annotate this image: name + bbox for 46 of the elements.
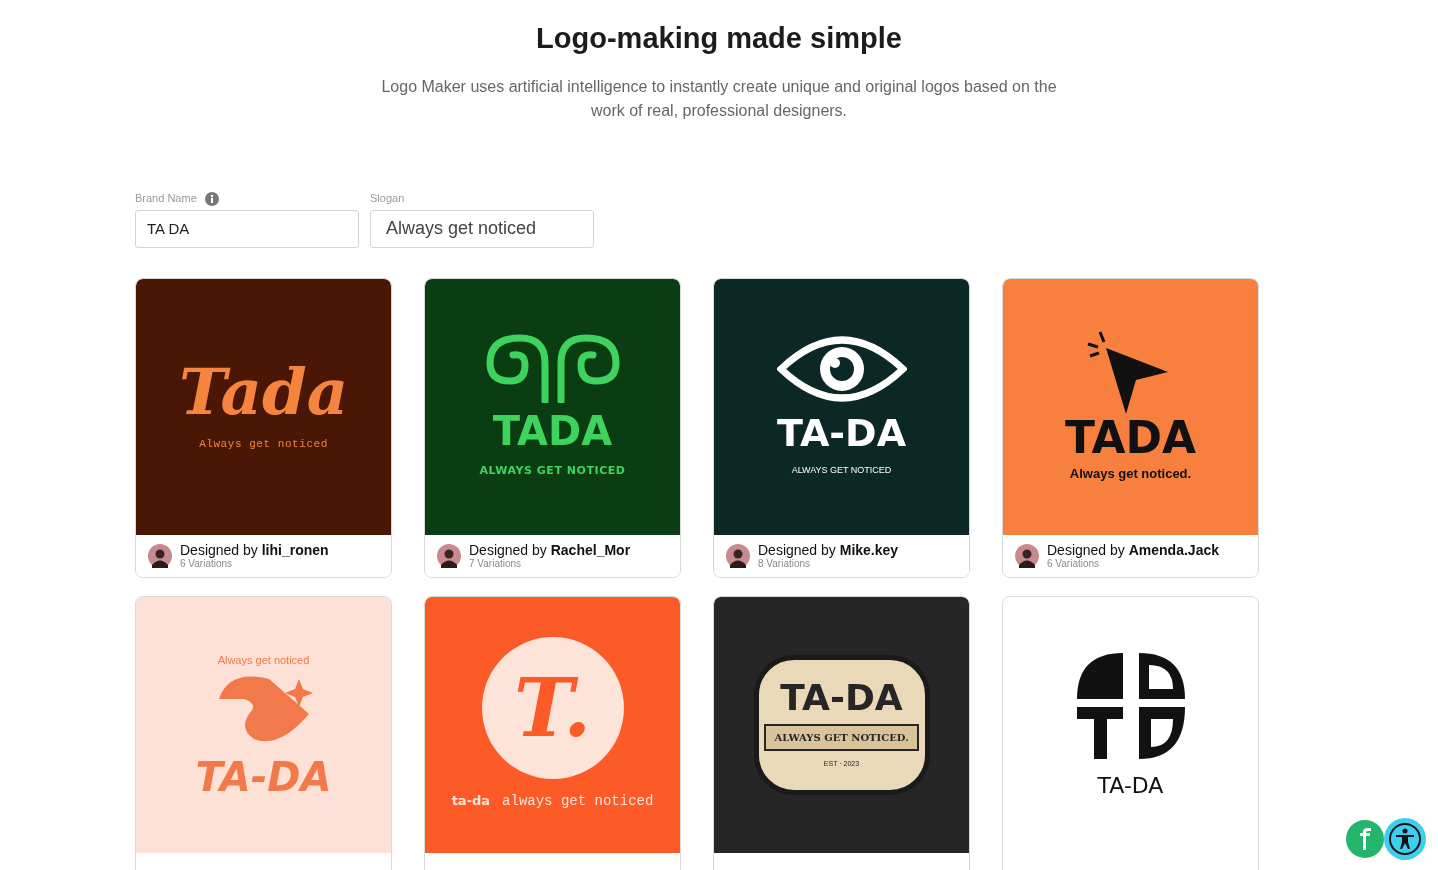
logo-slogan: Always get noticed. <box>1069 464 1192 483</box>
page-subtitle: Logo Maker uses artificial intelligence to instantly create unique and original logos based on the work of real, professional designers. <box>380 76 1058 121</box>
logo-slogan: ALWAYS GET NOTICED <box>479 463 626 480</box>
eye-icon <box>776 335 907 402</box>
text-field[interactable]: Always get noticed <box>370 209 594 248</box>
logo-name: TADA <box>492 411 613 452</box>
avatar-icon <box>726 543 750 568</box>
variations-count: 6 Variations <box>1047 557 1100 570</box>
swirl-icon <box>484 333 621 404</box>
field-label: Brand Name <box>135 191 197 207</box>
logo-card[interactable]: TADA Always get noticed. Designed by Amenda.Jack 6 Variations <box>1002 277 1259 578</box>
logo-slogan: ALWAYS GET NOTICED. <box>764 723 919 751</box>
logo-name: TA-DA <box>776 413 907 452</box>
variations-count: 6 Variations <box>180 557 233 570</box>
monogram-icon <box>1076 652 1185 759</box>
designer-credit: Designed by Amenda.Jack <box>1047 541 1219 558</box>
accessibility-button[interactable] <box>1384 818 1426 860</box>
accessibility-icon <box>1388 822 1422 856</box>
badge-letter: T. <box>513 668 592 748</box>
logo-card[interactable]: TA-DA ALWAYS GET NOTICED Designed by Mike.key 8 Variations <box>713 277 970 578</box>
logo-slogan: Always get noticed <box>217 653 310 669</box>
logo-name: Tada <box>178 360 349 425</box>
variations-count: 7 Variations <box>469 557 522 570</box>
text-field[interactable]: TA DA <box>135 209 359 248</box>
variations-count: 8 Variations <box>758 557 811 570</box>
logo-name: TA-DA <box>1097 774 1164 797</box>
logo-tag: ta-da <box>451 791 491 811</box>
designer-credit: Designed by Rachel_Mor <box>469 541 631 558</box>
logo-slogan: always get noticed <box>502 792 654 811</box>
designer-credit: Designed by Mike.key <box>758 541 899 558</box>
logo-card[interactable]: Tada Always get noticed Designed by lihi_ronen 6 Variations <box>135 277 392 578</box>
page-title: Logo-making made simple <box>536 21 902 56</box>
field-label: Slogan <box>370 191 405 207</box>
logo-name: TA-DA <box>780 679 903 716</box>
logo-name: TADA <box>1064 415 1197 460</box>
avatar-icon <box>1015 543 1039 568</box>
designer-credit: Designed by lihi_ronen <box>180 541 329 558</box>
logo-card[interactable]: TA-DA <box>1002 595 1259 870</box>
logo-card[interactable]: TADA ALWAYS GET NOTICED Designed by Rachel_Mor 7 Variations <box>424 277 681 578</box>
logo-slogan: ALWAYS GET NOTICED <box>791 463 892 477</box>
logo-slogan: Always get noticed <box>199 437 328 453</box>
avatar-icon <box>437 543 461 568</box>
letter-f-icon <box>1359 828 1371 850</box>
logo-name: TA-DA <box>195 756 332 797</box>
info-icon <box>204 191 219 206</box>
avatar-icon <box>148 543 172 568</box>
